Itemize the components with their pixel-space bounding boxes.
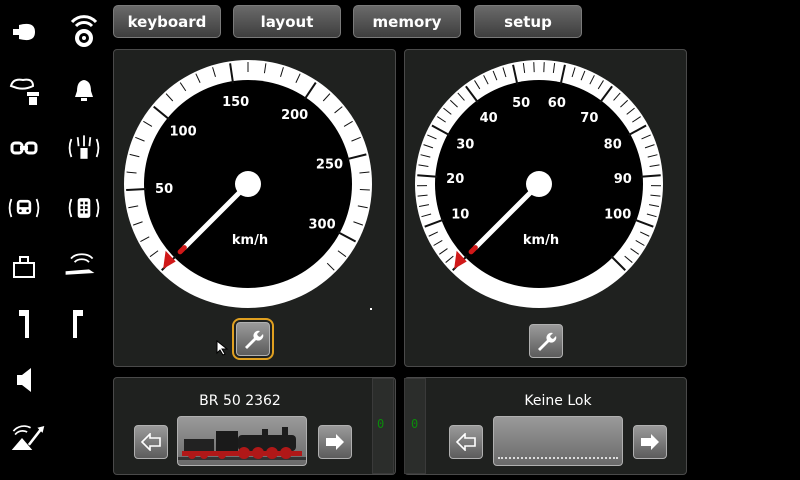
tab-setup[interactable]: setup [474,5,582,38]
right-gauge-scale-label: 80 [604,138,622,153]
track-clean-icon[interactable] [10,420,46,456]
left-speedometer[interactable]: 50 100 150 200 250 300 km/h [114,50,395,366]
left-gauge-needle-hub [235,171,261,197]
coupler-icon[interactable] [6,130,42,166]
right-gauge-tick [640,174,661,178]
left-gauge-scale-label: 100 [169,125,196,140]
whistle-sound-icon[interactable] [66,130,102,166]
right-gauge-scale-label: 100 [604,207,631,222]
train-sound-icon[interactable] [6,190,42,226]
arrow-left-icon [141,433,161,451]
right-loco-name: Keine Lok [524,393,592,409]
wrench-icon [245,330,264,349]
arrow-right-icon [641,434,659,450]
right-gauge-scale-label: 20 [446,172,464,187]
right-gauge-scale-label: 70 [580,111,598,126]
smoke-generator-icon[interactable] [6,74,42,110]
dot-artifact [370,308,372,310]
steam-locomotive-icon [178,427,306,460]
weight-icon[interactable] [6,248,42,284]
pantograph-radio-icon[interactable] [62,246,98,282]
door-left-icon[interactable] [6,306,42,342]
tab-keyboard[interactable]: keyboard [113,5,221,38]
right-gauge-panel: 10 20 30 40 50 60 70 80 90 100 km/h [404,49,687,367]
left-gauge-scale-label: 50 [155,182,173,197]
arrow-right-icon [326,434,344,450]
right-meter-value: 0 [411,417,419,431]
right-gauge-scale-label: 30 [456,138,474,153]
tab-memory[interactable]: memory [353,5,461,38]
right-settings-button[interactable] [529,324,563,358]
left-loco-name: BR 50 2362 [199,393,281,409]
right-loco-next-button[interactable] [633,425,667,459]
sound-radio-icon[interactable] [66,12,102,48]
right-gauge-scale-label: 10 [451,207,469,222]
right-gauge-scale-label: 60 [548,96,566,111]
arrow-left-icon [456,433,476,451]
bell-icon[interactable] [66,72,102,108]
right-loco-panel: Keine Lok [404,377,687,475]
right-gauge-needle-hub [526,171,552,197]
left-gauge-unit-label: km/h [232,233,268,248]
wrench-icon [538,332,557,351]
door-right-icon[interactable] [60,306,96,342]
right-speedometer[interactable]: 10 20 30 40 50 60 70 80 90 100 km/h [405,50,686,366]
left-gauge-panel: 50 100 150 200 250 300 km/h [113,49,396,367]
right-loco-prev-button[interactable] [449,425,483,459]
left-loco-prev-button[interactable] [134,425,168,459]
left-gauge-scale-label: 200 [281,108,308,123]
left-gauge-scale-label: 250 [316,158,343,173]
headlight-icon[interactable] [6,14,42,50]
left-settings-button[interactable] [232,318,274,360]
right-loco-image-button[interactable] [493,416,623,466]
right-gauge-tick [417,174,438,178]
right-gauge-scale-label: 90 [614,172,632,187]
left-loco-panel: BR 50 2362 [113,377,396,475]
empty-track-line [498,457,618,459]
left-loco-image-button[interactable] [177,416,307,466]
mouse-cursor-icon [216,340,229,356]
tab-layout[interactable]: layout [233,5,341,38]
left-gauge-scale-label: 150 [222,95,249,110]
right-gauge-scale-label: 50 [512,96,530,111]
right-gauge-scale-label: 40 [480,111,498,126]
left-loco-next-button[interactable] [318,425,352,459]
right-gauge-needle-tip [468,245,478,255]
left-gauge-needle-tip [177,245,187,255]
speaker-icon[interactable] [6,362,42,398]
left-meter-value: 0 [377,417,385,431]
shunting-radio-icon[interactable] [66,190,102,226]
left-gauge-scale-label: 300 [309,218,336,233]
right-gauge-unit-label: km/h [523,233,559,248]
left-gauge-tick [126,188,147,191]
